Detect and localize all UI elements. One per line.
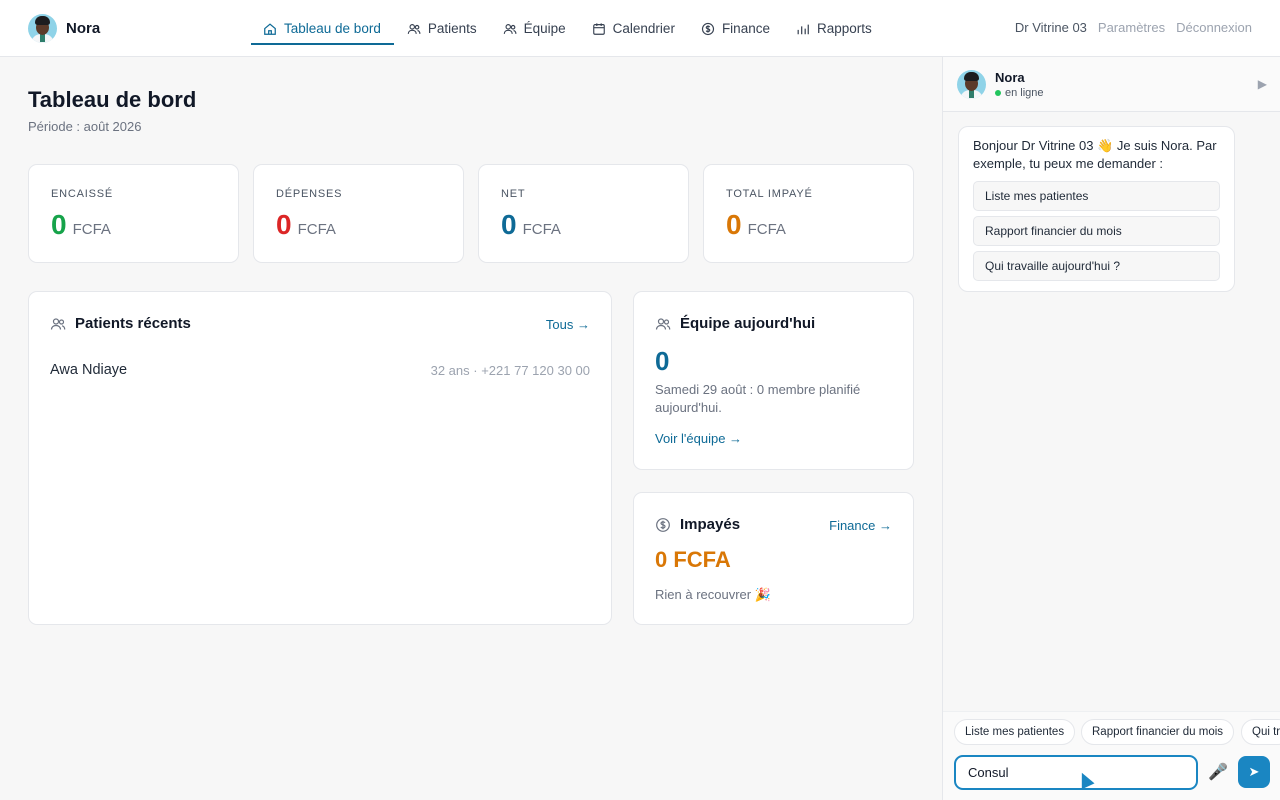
nav-rapports[interactable]: Rapports bbox=[783, 0, 885, 57]
dashboard-main: Tableau de bord Période : août 2026 ENCA… bbox=[0, 57, 942, 800]
stat-label: TOTAL IMPAYÉ bbox=[726, 188, 813, 200]
team-today-card: Équipe aujourd'hui 0 Samedi 29 août : 0 … bbox=[633, 291, 914, 470]
logout-link[interactable]: Déconnexion bbox=[1176, 20, 1252, 35]
stat-value: 0 bbox=[276, 209, 292, 240]
dollar-circle-icon bbox=[701, 22, 715, 36]
dollar-circle-icon bbox=[655, 517, 671, 533]
online-status: en ligne bbox=[995, 87, 1044, 99]
users-icon bbox=[407, 22, 421, 36]
users-icon bbox=[50, 316, 66, 332]
stat-value: 0 bbox=[501, 209, 517, 240]
stat-card-total-impaye: TOTAL IMPAYÉ 0 FCFA bbox=[703, 164, 914, 263]
stat-value: 0 bbox=[726, 209, 742, 240]
stat-card-net: NET 0 FCFA bbox=[478, 164, 689, 263]
brand[interactable]: Nora bbox=[28, 14, 100, 43]
brand-name: Nora bbox=[66, 20, 101, 37]
quick-reply-chip[interactable]: Liste mes patientes bbox=[954, 719, 1076, 745]
nav-label: Patients bbox=[427, 21, 477, 36]
stat-value: 0 bbox=[51, 209, 67, 240]
home-icon bbox=[263, 22, 277, 36]
stat-unit: FCFA bbox=[747, 221, 786, 238]
stat-label: DÉPENSES bbox=[276, 188, 343, 200]
nav-label: Calendrier bbox=[612, 21, 675, 36]
send-button[interactable]: ➤ bbox=[1238, 756, 1270, 788]
calendar-icon bbox=[592, 22, 606, 36]
settings-link[interactable]: Paramètres bbox=[1098, 20, 1165, 35]
assistant-chat-panel: Nora en ligne ▶ Bonjour Dr Vitrine 03 👋 … bbox=[942, 57, 1280, 800]
stat-unit: FCFA bbox=[72, 221, 111, 238]
stat-unit: FCFA bbox=[297, 221, 336, 238]
quick-reply-chip[interactable]: Rapport financier du mois bbox=[1081, 719, 1235, 745]
nav-finance[interactable]: Finance bbox=[688, 0, 783, 57]
patient-row[interactable]: Awa Ndiaye 32 ans · +221 77 120 30 00 bbox=[50, 362, 590, 378]
page-title: Tableau de bord bbox=[28, 87, 197, 112]
nav-label: Équipe bbox=[523, 21, 566, 36]
chat-input-bar: 🎤 ➤ bbox=[943, 749, 1280, 800]
nav-calendrier[interactable]: Calendrier bbox=[579, 0, 688, 57]
assistant-message: Bonjour Dr Vitrine 03 👋 Je suis Nora. Pa… bbox=[958, 126, 1235, 292]
card-title: Patients récents bbox=[75, 315, 191, 332]
suggestion-button[interactable]: Qui travaille aujourd'hui ? bbox=[973, 251, 1220, 281]
team-icon bbox=[655, 316, 671, 332]
stat-label: ENCAISSÉ bbox=[51, 188, 114, 200]
top-navbar: Nora Tableau de bord Patients Équipe Cal… bbox=[0, 0, 1280, 57]
nav-label: Finance bbox=[721, 21, 770, 36]
view-team-link[interactable]: Voir l'équipe → bbox=[655, 431, 742, 446]
account-links: Dr Vitrine 03 Paramètres Déconnexion bbox=[1015, 20, 1252, 35]
team-count: 0 bbox=[655, 346, 670, 376]
suggestion-button[interactable]: Liste mes patientes bbox=[973, 181, 1220, 211]
unpaid-note: Rien à recouvrer 🎉 bbox=[655, 587, 771, 602]
stat-card-depenses: DÉPENSES 0 FCFA bbox=[253, 164, 464, 263]
nav-equipe[interactable]: Équipe bbox=[490, 0, 579, 57]
finance-link[interactable]: Finance → bbox=[829, 518, 892, 533]
team-description: Samedi 29 août : 0 membre planifié aujou… bbox=[655, 382, 861, 415]
online-dot-icon bbox=[995, 90, 1001, 96]
collapse-panel-icon[interactable]: ▶ bbox=[1258, 77, 1267, 91]
nav-patients[interactable]: Patients bbox=[394, 0, 490, 57]
card-title: Impayés bbox=[680, 516, 741, 533]
status-text: en ligne bbox=[1005, 87, 1044, 99]
stat-label: NET bbox=[501, 188, 526, 200]
unpaid-amount: 0 FCFA bbox=[655, 547, 731, 572]
all-patients-link[interactable]: Tous → bbox=[546, 317, 590, 332]
greeting-text: Bonjour Dr Vitrine 03 👋 Je suis Nora. Pa… bbox=[973, 138, 1217, 171]
stat-unit: FCFA bbox=[522, 221, 561, 238]
card-title: Équipe aujourd'hui bbox=[680, 315, 816, 332]
patient-meta: 32 ans · +221 77 120 30 00 bbox=[430, 362, 590, 378]
nav-label: Tableau de bord bbox=[284, 21, 381, 36]
nora-avatar bbox=[957, 70, 986, 99]
stat-card-encaisse: ENCAISSÉ 0 FCFA bbox=[28, 164, 239, 263]
suggestion-button[interactable]: Rapport financier du mois bbox=[973, 216, 1220, 246]
bar-chart-icon bbox=[796, 22, 810, 36]
unpaid-card: Impayés Finance → 0 FCFA Rien à recouvre… bbox=[633, 492, 914, 625]
current-user[interactable]: Dr Vitrine 03 bbox=[1015, 20, 1087, 35]
chat-header: Nora en ligne ▶ bbox=[943, 57, 1280, 112]
period-subtitle: Période : août 2026 bbox=[28, 119, 142, 134]
nav-tableau-de-bord[interactable]: Tableau de bord bbox=[250, 0, 394, 57]
quick-reply-chips: Liste mes patientes Rapport financier du… bbox=[943, 711, 1280, 749]
quick-reply-chip[interactable]: Qui tr bbox=[1241, 719, 1280, 745]
microphone-icon[interactable]: 🎤 bbox=[1208, 762, 1228, 782]
assistant-name: Nora bbox=[995, 70, 1025, 85]
team-icon bbox=[503, 22, 517, 36]
message-input[interactable] bbox=[954, 755, 1198, 790]
recent-patients-card: Patients récents Tous → Awa Ndiaye 32 an… bbox=[28, 291, 612, 625]
patient-name: Awa Ndiaye bbox=[50, 362, 128, 378]
main-nav: Tableau de bord Patients Équipe Calendri… bbox=[250, 0, 885, 57]
nora-avatar bbox=[28, 14, 57, 43]
nav-label: Rapports bbox=[816, 21, 872, 36]
